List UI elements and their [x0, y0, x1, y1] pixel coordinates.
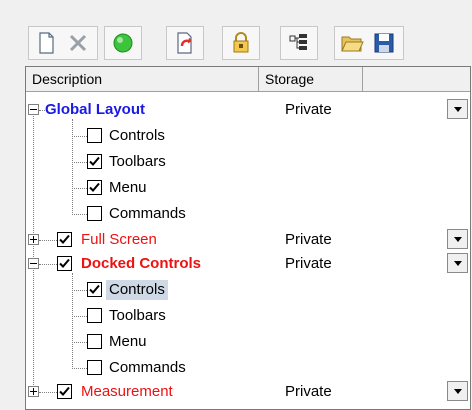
tree-line [39, 264, 57, 265]
toolbar-group-lock [222, 26, 260, 60]
storage-value: Private [285, 383, 332, 400]
tree-row-measurement[interactable]: Measurement Private [26, 379, 470, 405]
tree-line [39, 392, 57, 393]
storage-dropdown[interactable] [447, 253, 468, 273]
tree-line [72, 188, 87, 189]
tree-line [72, 136, 87, 137]
new-icon[interactable] [33, 30, 59, 56]
storage-dropdown[interactable] [447, 381, 468, 401]
tree-row-commands-docked[interactable]: Commands [26, 355, 470, 381]
row-label: Full Screen [81, 231, 157, 248]
green-circle-icon[interactable] [110, 30, 136, 56]
tree-row-global-layout[interactable]: Global Layout Private [26, 97, 470, 123]
checkbox[interactable] [87, 360, 102, 375]
tree-row-toolbars[interactable]: Toolbars [26, 149, 470, 175]
checkmark-icon [89, 284, 100, 294]
tree-row-commands[interactable]: Commands [26, 201, 470, 227]
storage-value: Private [285, 231, 332, 248]
collapse-icon[interactable] [28, 258, 39, 269]
checkbox[interactable] [57, 232, 72, 247]
row-label: Measurement [81, 383, 173, 400]
checkbox[interactable] [87, 308, 102, 323]
toolbar [22, 20, 462, 64]
row-label: Controls [109, 127, 165, 144]
reset-icon[interactable] [172, 30, 198, 56]
row-label: Toolbars [109, 307, 166, 324]
tree-line [72, 162, 87, 163]
expand-icon[interactable] [28, 386, 39, 397]
row-label: Commands [109, 205, 186, 222]
checkbox[interactable] [87, 154, 102, 169]
tree-line [72, 214, 87, 215]
tree-row-menu[interactable]: Menu [26, 175, 470, 201]
checkmark-icon [89, 156, 100, 166]
checkbox[interactable] [87, 128, 102, 143]
tree-line [72, 368, 87, 369]
delete-icon[interactable] [65, 30, 91, 56]
column-header-storage[interactable]: Storage [259, 67, 363, 91]
row-label: Toolbars [109, 153, 166, 170]
checkbox[interactable] [87, 206, 102, 221]
row-label: Global Layout [45, 101, 146, 118]
toolbar-group-reset [166, 26, 204, 60]
tree-row-docked-controls[interactable]: Docked Controls Private [26, 251, 470, 277]
checkmark-icon [59, 386, 70, 396]
tree-line [72, 290, 87, 291]
row-label-selected: Controls [106, 280, 168, 300]
row-label: Menu [109, 333, 147, 350]
storage-dropdown[interactable] [447, 99, 468, 119]
row-label: Menu [109, 179, 147, 196]
tree-line [39, 240, 57, 241]
row-label: Docked Controls [81, 255, 202, 272]
open-folder-icon[interactable] [339, 30, 365, 56]
lock-icon[interactable] [228, 30, 254, 56]
collapse-icon[interactable] [28, 104, 39, 115]
column-header-description[interactable]: Description [26, 67, 259, 91]
row-label: Commands [109, 359, 186, 376]
tree-row-menu-docked[interactable]: Menu [26, 329, 470, 355]
checkbox[interactable] [87, 334, 102, 349]
tree-row-full-screen[interactable]: Full Screen Private [26, 227, 470, 253]
layout-tree-grid: Description Storage Global Layout Privat… [25, 66, 471, 410]
checkbox[interactable] [87, 282, 102, 297]
checkmark-icon [89, 182, 100, 192]
tree-icon[interactable] [286, 30, 312, 56]
storage-value: Private [285, 101, 332, 118]
checkbox[interactable] [87, 180, 102, 195]
tree-line [72, 342, 87, 343]
tree-row-toolbars-docked[interactable]: Toolbars [26, 303, 470, 329]
column-header-row: Description Storage [26, 67, 470, 92]
tree-row-controls-docked[interactable]: Controls [26, 277, 470, 303]
storage-dropdown[interactable] [447, 229, 468, 249]
expand-icon[interactable] [28, 234, 39, 245]
checkmark-icon [59, 234, 70, 244]
toolbar-group-tree [280, 26, 318, 60]
storage-value: Private [285, 255, 332, 272]
tree-line [72, 316, 87, 317]
toolbar-group-status [104, 26, 142, 60]
checkbox[interactable] [57, 256, 72, 271]
toolbar-group-edit [28, 26, 98, 60]
toolbar-group-file [334, 26, 404, 60]
checkmark-icon [59, 258, 70, 268]
tree-row-controls[interactable]: Controls [26, 123, 470, 149]
checkbox[interactable] [57, 384, 72, 399]
save-icon[interactable] [371, 30, 397, 56]
